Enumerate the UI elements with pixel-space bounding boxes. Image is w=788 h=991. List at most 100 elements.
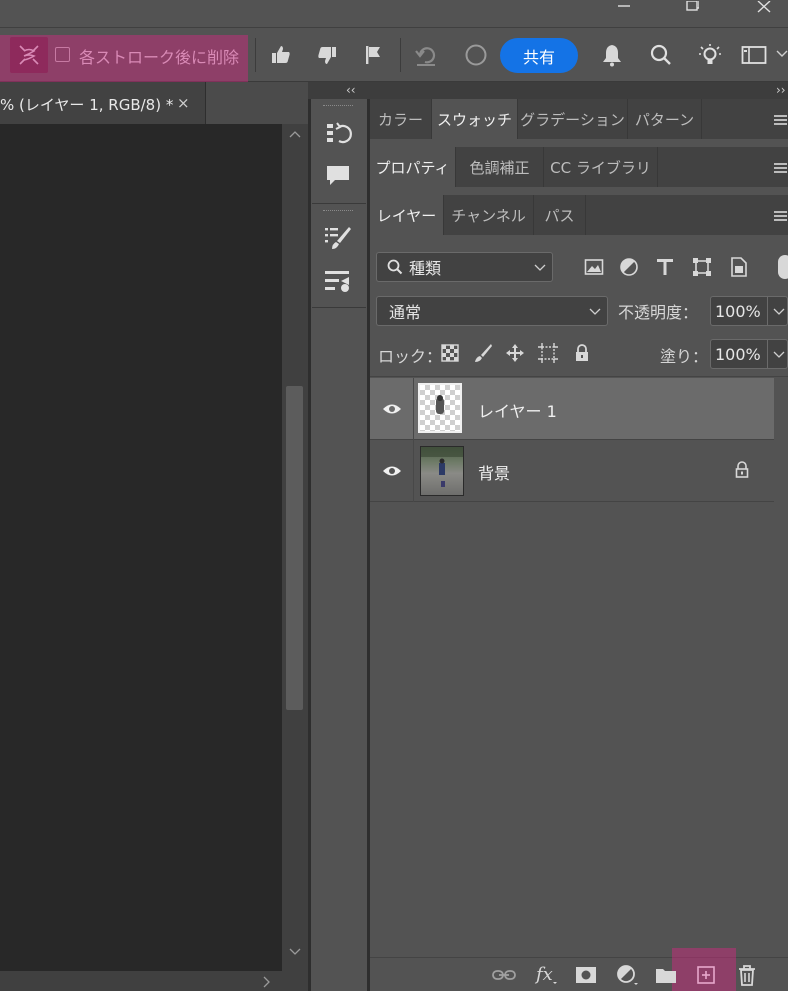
filter-toggle-switch[interactable] [778,255,788,279]
chevron-down-icon [773,308,785,315]
filter-adjustment-icon[interactable] [615,253,643,281]
stroke-tool-icon[interactable] [10,37,48,73]
tab-pattern[interactable]: パターン [628,99,702,139]
layer-effects-icon[interactable]: fx [532,960,562,988]
tab-properties[interactable]: プロパティ [370,147,456,187]
document-tab-label: % (レイヤー 1, RGB/8) * [0,96,174,114]
blend-mode-value: 通常 [389,303,422,322]
layer-row-layer1[interactable]: レイヤー 1 [370,378,774,440]
opacity-label: 不透明度： [618,303,699,322]
chevron-down-icon [534,264,546,271]
bell-icon[interactable] [596,40,628,70]
lock-transparent-pixels-icon[interactable] [438,341,462,365]
lock-artboard-icon[interactable] [536,341,560,365]
search-icon [387,259,403,275]
visibility-toggle[interactable] [370,440,414,502]
layer-thumbnail[interactable] [420,446,464,496]
lock-position-icon[interactable] [503,341,527,365]
thumbs-down-icon[interactable] [312,40,342,70]
visibility-toggle[interactable] [370,378,414,440]
minimize-icon[interactable] [606,0,642,14]
fill-label: 塗り： [660,347,709,366]
comment-icon[interactable] [320,160,356,192]
workspace-icon[interactable] [738,40,770,70]
scroll-up-icon[interactable] [289,130,301,140]
lock-image-pixels-icon[interactable] [471,341,495,365]
chevron-down-icon [773,351,785,358]
delete-after-stroke-label: 各ストローク後に削除 [79,48,240,67]
filter-shape-icon[interactable] [688,253,716,281]
eye-icon [382,404,401,414]
flag-icon[interactable] [358,40,388,70]
filter-pixel-icon[interactable] [580,253,608,281]
filter-type-icon[interactable] [651,253,679,281]
opacity-value: 100% [715,301,761,321]
panel-dock-header [308,82,788,99]
layer-name[interactable]: レイヤー 1 [478,398,557,422]
options-separator [400,38,401,72]
collapse-panels-left-icon[interactable]: ‹‹ [346,83,356,97]
vertical-scrollbar-thumb[interactable] [286,386,303,710]
tab-swatches[interactable]: スウォッチ [432,99,518,139]
document-canvas[interactable] [0,124,282,971]
circle-icon[interactable] [460,40,492,70]
collapse-panels-right-icon[interactable]: ›› [776,83,786,97]
fill-input[interactable]: 100% [710,339,788,369]
share-button[interactable]: 共有 [500,38,578,73]
tool-separator [312,203,366,204]
chevron-down-icon[interactable] [776,44,788,64]
new-adjustment-layer-icon[interactable] [612,961,642,989]
tab-layers[interactable]: レイヤー [370,195,444,235]
panel-menu-icon[interactable] [774,115,787,127]
tab-channels[interactable]: チャンネル [444,195,534,235]
delete-layer-icon[interactable] [733,961,761,989]
chevron-down-icon [589,308,601,315]
panel-menu-icon[interactable] [774,163,787,175]
delete-after-stroke-checkbox[interactable] [55,47,70,62]
layer-row-background[interactable]: 背景 [370,440,774,502]
thumbs-up-icon[interactable] [266,40,296,70]
swatches-panel-body [370,139,788,147]
tab-color[interactable]: カラー [370,99,432,139]
svg-text:fx: fx [534,964,553,985]
close-tab-icon[interactable]: × [177,94,190,112]
grip-handle[interactable] [323,105,353,108]
add-mask-icon[interactable] [572,962,600,988]
layers-divider [370,376,788,377]
layer-name[interactable]: 背景 [478,460,510,484]
new-group-folder-icon[interactable] [652,962,680,988]
grip-handle[interactable] [323,210,353,213]
options-separator [255,38,256,72]
undo-icon[interactable] [410,40,442,70]
history-icon[interactable] [320,116,356,150]
tab-bar-empty [206,82,308,124]
tab-gradient[interactable]: グラデーション [518,99,628,139]
layer-filter-select[interactable]: 種類 [376,252,553,282]
lightbulb-icon[interactable] [694,40,726,70]
scroll-down-icon[interactable] [289,947,301,957]
layer-filter-value: 種類 [409,259,442,278]
scroll-right-icon[interactable] [262,976,272,988]
tab-paths[interactable]: パス [534,195,586,235]
opacity-input[interactable]: 100% [710,296,788,326]
new-layer-icon[interactable] [692,962,720,988]
layer-thumbnail[interactable] [418,383,462,433]
tool-presets-icon[interactable] [320,264,356,296]
lock-label: ロック： [378,347,443,366]
search-icon[interactable] [645,40,677,70]
link-layers-icon[interactable] [490,962,518,988]
close-icon[interactable] [744,0,784,14]
title-bar [0,0,788,28]
layer-lock-icon [732,460,752,480]
tool-separator [312,307,366,308]
restore-icon[interactable] [674,0,710,14]
panel-menu-icon[interactable] [774,211,787,223]
brush-settings-icon[interactable] [320,222,356,254]
lock-all-icon[interactable] [570,341,594,365]
blend-mode-select[interactable]: 通常 [376,296,608,326]
tab-cc-libraries[interactable]: CC ライブラリ [544,147,658,187]
fill-value: 100% [715,344,761,364]
filter-smart-object-icon[interactable] [725,253,753,281]
eye-icon [382,466,401,476]
tab-adjustments[interactable]: 色調補正 [456,147,544,187]
